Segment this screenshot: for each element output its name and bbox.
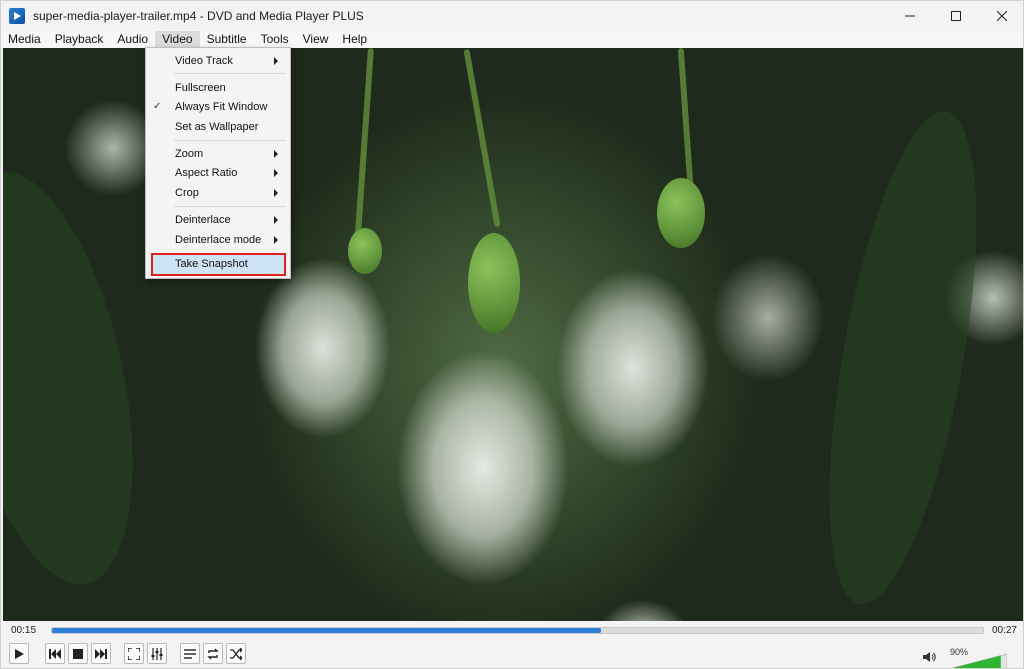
stop-icon: [73, 648, 83, 659]
total-duration: 00:27: [991, 625, 1017, 636]
menu-item-label: Deinterlace mode: [175, 233, 262, 246]
seek-bar[interactable]: [51, 627, 984, 634]
menu-item-set-as-wallpaper[interactable]: Set as Wallpaper: [146, 117, 290, 136]
seek-bar-progress: [52, 628, 602, 633]
title-bar: super-media-player-trailer.mp4 - DVD and…: [1, 1, 1023, 31]
flower-bud: [657, 178, 705, 248]
shuffle-icon: [230, 647, 242, 660]
fullscreen-icon: [128, 647, 140, 660]
flower-stem: [354, 48, 374, 248]
menu-item-label: Always Fit Window: [175, 100, 268, 113]
menu-item-fullscreen[interactable]: Fullscreen: [146, 78, 290, 97]
menu-item-label: Set as Wallpaper: [175, 120, 259, 133]
fullscreen-button[interactable]: [124, 643, 144, 664]
shuffle-button[interactable]: [226, 643, 246, 664]
control-bar: 90%: [1, 639, 1023, 669]
flower-stem: [463, 48, 501, 228]
menu-item-always-fit-window[interactable]: ✓ Always Fit Window: [146, 97, 290, 116]
menu-audio[interactable]: Audio: [110, 31, 155, 48]
flower-stem: [677, 48, 695, 199]
submenu-arrow-icon: [274, 168, 278, 177]
next-icon: [95, 648, 107, 659]
submenu-arrow-icon: [274, 56, 278, 65]
video-leaf: [3, 155, 165, 601]
video-leaf: [800, 101, 1006, 615]
maximize-icon: [951, 11, 961, 21]
playlist-button[interactable]: [180, 643, 200, 664]
menu-item-label: Video Track: [175, 54, 233, 67]
menu-item-label: Zoom: [175, 147, 204, 160]
menu-separator: [174, 206, 286, 207]
app-icon: [9, 8, 25, 24]
next-button[interactable]: [91, 643, 111, 664]
flower-bud: [348, 228, 382, 274]
submenu-arrow-icon: [274, 235, 278, 244]
minimize-button[interactable]: [887, 1, 933, 31]
player-window: super-media-player-trailer.mp4 - DVD and…: [0, 0, 1024, 669]
menu-video[interactable]: Video: [155, 31, 200, 48]
menu-playback[interactable]: Playback: [48, 31, 111, 48]
menu-view[interactable]: View: [296, 31, 336, 48]
checkmark-icon: ✓: [153, 101, 162, 112]
menu-item-label: Fullscreen: [175, 81, 226, 94]
menu-item-crop[interactable]: Crop: [146, 183, 290, 202]
elapsed-time: 00:15: [11, 625, 37, 636]
play-button[interactable]: [9, 643, 29, 664]
window-controls: [887, 1, 1023, 31]
playlist-icon: [184, 648, 196, 659]
previous-icon: [49, 648, 61, 659]
menu-bar: Media Playback Audio Video Subtitle Tool…: [1, 31, 1023, 48]
menu-item-aspect-ratio[interactable]: Aspect Ratio: [146, 163, 290, 182]
play-icon: [15, 648, 24, 659]
loop-button[interactable]: [203, 643, 223, 664]
video-menu-dropdown: Video Track Fullscreen ✓ Always Fit Wind…: [145, 47, 291, 279]
menu-item-deinterlace[interactable]: Deinterlace: [146, 210, 290, 229]
stop-button[interactable]: [68, 643, 88, 664]
menu-item-zoom[interactable]: Zoom: [146, 144, 290, 163]
menu-item-label: Take Snapshot: [175, 258, 248, 270]
submenu-arrow-icon: [274, 215, 278, 224]
minimize-icon: [905, 15, 915, 17]
menu-item-video-track[interactable]: Video Track: [146, 51, 290, 70]
loop-icon: [207, 648, 219, 659]
window-title: super-media-player-trailer.mp4 - DVD and…: [33, 9, 364, 23]
menu-separator: [174, 73, 286, 74]
menu-item-deinterlace-mode[interactable]: Deinterlace mode: [146, 230, 290, 249]
menu-item-label: Deinterlace: [175, 213, 231, 226]
menu-tools[interactable]: Tools: [254, 31, 296, 48]
menu-help[interactable]: Help: [335, 31, 374, 48]
menu-item-take-snapshot[interactable]: Take Snapshot: [151, 253, 286, 276]
close-button[interactable]: [979, 1, 1023, 31]
menu-item-label: Crop: [175, 186, 199, 199]
equalizer-button[interactable]: [147, 643, 167, 664]
submenu-arrow-icon: [274, 149, 278, 158]
equalizer-icon: [151, 647, 163, 660]
seek-row: 00:15 00:27: [1, 622, 1023, 639]
speaker-icon[interactable]: [923, 651, 937, 663]
previous-button[interactable]: [45, 643, 65, 664]
submenu-arrow-icon: [274, 188, 278, 197]
close-icon: [997, 11, 1007, 21]
menu-separator: [174, 140, 286, 141]
menu-subtitle[interactable]: Subtitle: [200, 31, 254, 48]
menu-item-label: Aspect Ratio: [175, 166, 238, 179]
maximize-button[interactable]: [933, 1, 979, 31]
flower-bud: [468, 233, 520, 333]
volume-slider[interactable]: [945, 653, 1007, 669]
menu-media[interactable]: Media: [1, 31, 48, 48]
